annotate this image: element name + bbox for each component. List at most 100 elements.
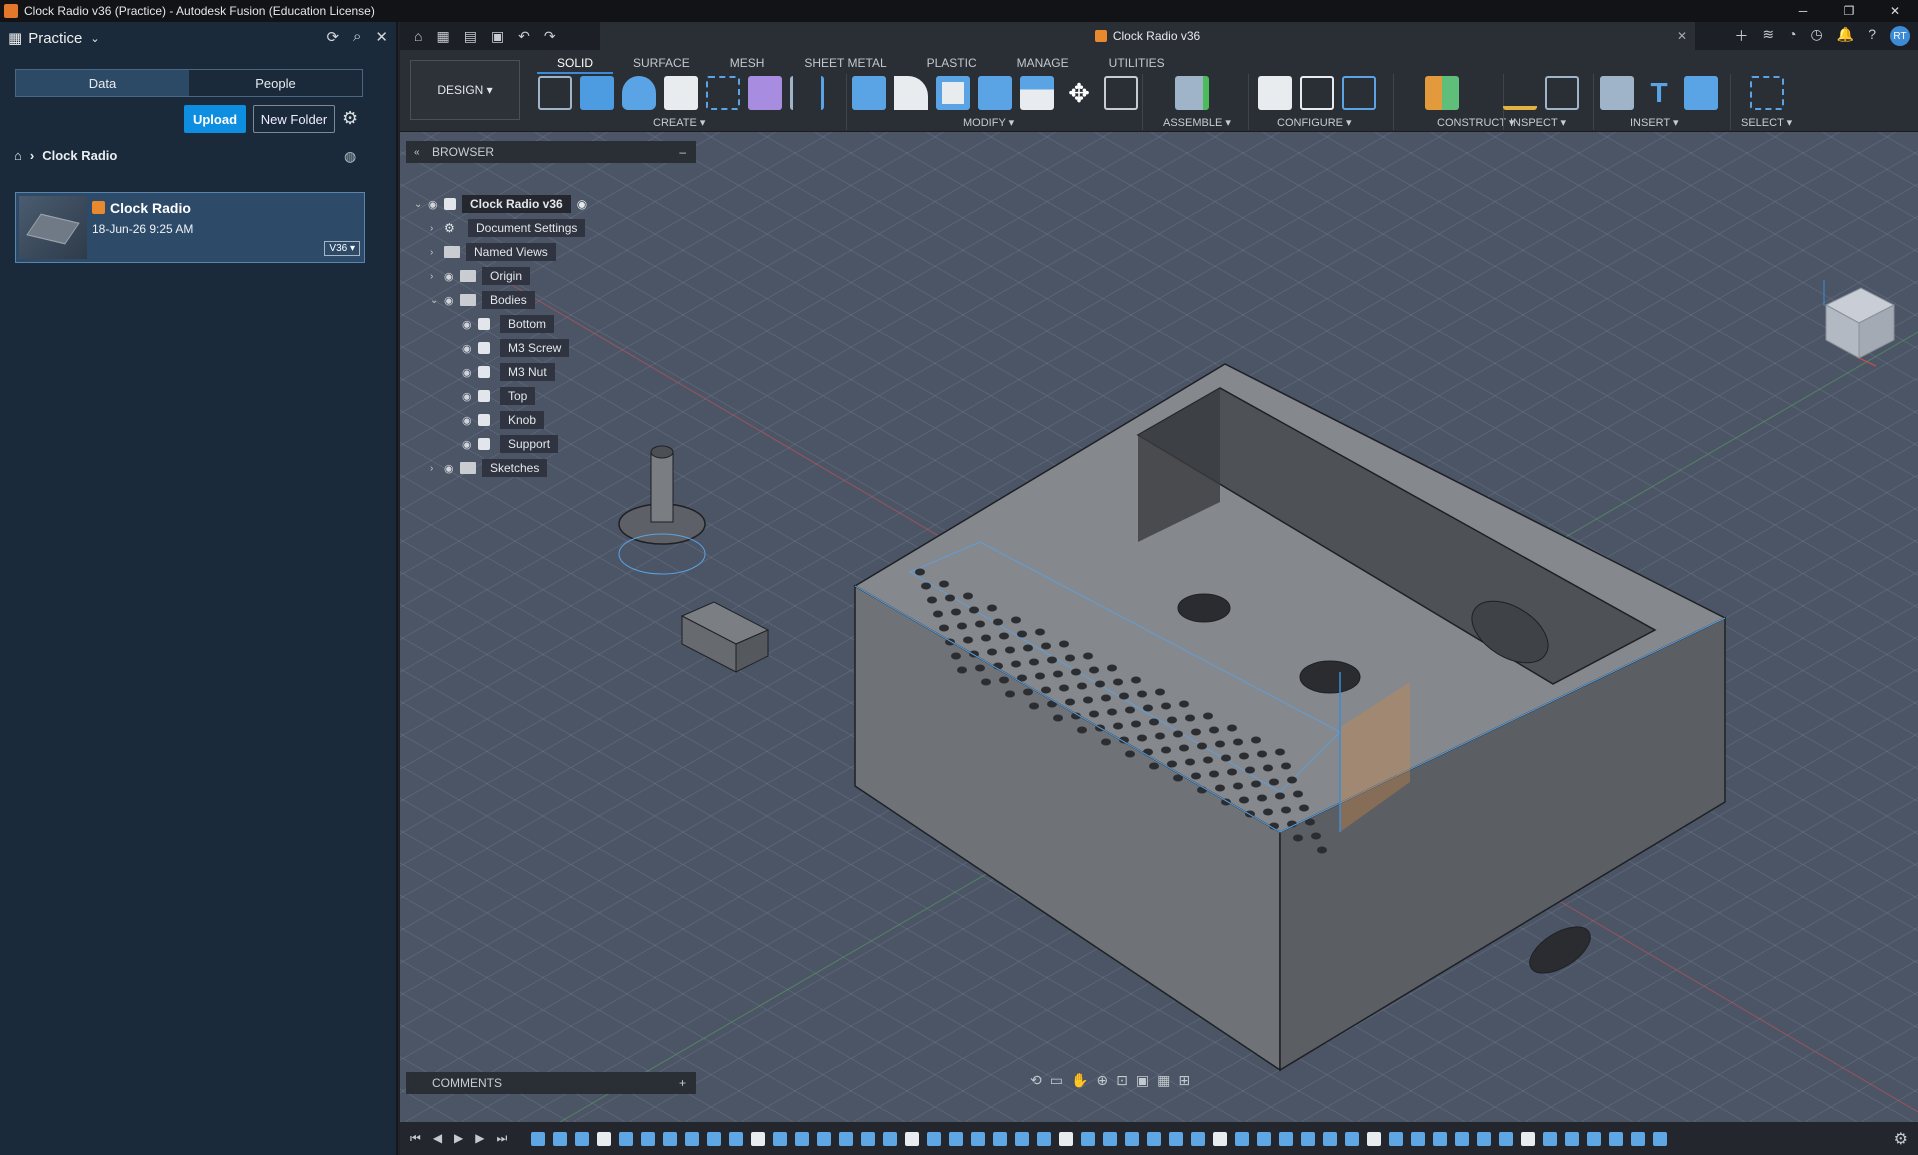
3d-viewport[interactable] [400, 132, 1918, 1122]
timeline-feature[interactable] [971, 1131, 986, 1146]
timeline-feature[interactable] [1191, 1131, 1206, 1146]
timeline-settings-icon[interactable]: ⚙ [1894, 1129, 1908, 1149]
timeline-feature[interactable] [707, 1131, 722, 1146]
group-create[interactable]: CREATE ▾ [653, 116, 705, 129]
grid-apps-icon[interactable]: ▦ [436, 28, 449, 45]
timeline-feature[interactable] [619, 1131, 634, 1146]
eye-icon[interactable]: ◉ [444, 462, 460, 475]
revolve-icon[interactable] [622, 76, 656, 110]
browser-item-bodies[interactable]: ⌄ ◉ Bodies [430, 290, 535, 310]
timeline-feature[interactable] [1631, 1131, 1646, 1146]
insert-svg-icon[interactable] [1600, 76, 1634, 110]
timeline-feature[interactable] [1367, 1131, 1382, 1146]
body-row[interactable]: ◉ Bottom [462, 314, 555, 334]
browser-item-document-settings[interactable]: › ⚙ Document Settings [430, 218, 586, 238]
close-window-icon[interactable]: ✕ [1872, 0, 1918, 22]
timeline-feature[interactable] [1081, 1131, 1096, 1146]
project-selector[interactable]: Practice [28, 30, 82, 47]
timeline-feature[interactable] [641, 1131, 656, 1146]
orbit-icon[interactable]: ⟲ [1030, 1072, 1042, 1089]
timeline-feature[interactable] [1103, 1131, 1118, 1146]
timeline-feature[interactable] [1455, 1131, 1470, 1146]
timeline-feature[interactable] [1125, 1131, 1140, 1146]
upload-button[interactable]: Upload [184, 105, 246, 133]
undo-icon[interactable]: ↶ [518, 28, 530, 45]
eye-icon[interactable]: ◉ [462, 366, 478, 379]
timeline-feature[interactable] [861, 1131, 876, 1146]
select-icon[interactable] [1750, 76, 1784, 110]
timeline-feature[interactable] [1345, 1131, 1360, 1146]
file-card[interactable]: Clock Radio 18-Jun-26 9:25 AM V36 ▾ [15, 192, 365, 263]
body-row[interactable]: ◉ Knob [462, 410, 545, 430]
close-panel-icon[interactable]: ✕ [375, 28, 388, 46]
extrude-icon[interactable] [580, 76, 614, 110]
tab-utilities[interactable]: UTILITIES [1089, 54, 1185, 74]
eye-icon[interactable]: ◉ [428, 198, 444, 211]
text-icon[interactable]: T [1642, 76, 1676, 110]
zoom-icon[interactable]: ⊕ [1096, 1072, 1108, 1089]
notifications-icon[interactable]: 🔔 [1837, 26, 1854, 46]
file-menu-icon[interactable]: ▤ [464, 28, 477, 45]
refresh-icon[interactable]: ⟳ [326, 28, 339, 46]
timeline-feature[interactable] [685, 1131, 700, 1146]
section-analysis-icon[interactable] [1545, 76, 1579, 110]
timeline-feature[interactable] [795, 1131, 810, 1146]
timeline-feature[interactable] [531, 1131, 546, 1146]
fit-icon[interactable]: ⊡ [1116, 1072, 1128, 1089]
help-icon[interactable]: ? [1868, 26, 1876, 46]
eye-icon[interactable]: ◉ [462, 318, 478, 331]
side-port[interactable] [1522, 918, 1598, 983]
avatar[interactable]: RT [1890, 26, 1910, 46]
workspace-switcher[interactable]: DESIGN ▾ [410, 60, 520, 120]
look-at-icon[interactable]: ▭ [1050, 1072, 1063, 1089]
insert-image-icon[interactable] [1684, 76, 1718, 110]
new-component-icon[interactable] [1175, 76, 1209, 110]
home-icon[interactable]: ⌂ [414, 28, 422, 44]
redo-icon[interactable]: ↷ [544, 28, 556, 45]
minimize-icon[interactable]: ─ [1780, 0, 1826, 22]
group-assemble[interactable]: ASSEMBLE ▾ [1163, 116, 1231, 129]
chevron-down-icon[interactable]: ⌄ [90, 32, 99, 45]
sketch-icon[interactable] [538, 76, 572, 110]
split-body-icon[interactable] [1020, 76, 1054, 110]
timeline-feature[interactable] [553, 1131, 568, 1146]
timeline-feature[interactable] [1257, 1131, 1272, 1146]
version-badge[interactable]: V36 ▾ [324, 241, 360, 256]
extensions-icon[interactable]: ≋ [1762, 26, 1774, 46]
timeline-feature[interactable] [949, 1131, 964, 1146]
online-status-icon[interactable]: ◔ [1788, 26, 1796, 46]
eye-icon[interactable]: ◉ [444, 294, 460, 307]
chevron-right-icon[interactable]: › [430, 271, 444, 282]
breadcrumb-folder[interactable]: Clock Radio [42, 148, 117, 163]
browser-item-sketches[interactable]: › ◉ Sketches [430, 458, 548, 478]
offset-plane-icon[interactable] [1425, 76, 1459, 110]
group-modify[interactable]: MODIFY ▾ [963, 116, 1014, 129]
tab-sheet-metal[interactable]: SHEET METAL [784, 54, 906, 74]
eye-icon[interactable]: ◉ [444, 270, 460, 283]
timeline-feature[interactable] [597, 1131, 612, 1146]
grid-settings-icon[interactable]: ▦ [1157, 1072, 1170, 1089]
new-tab-icon[interactable]: ＋ [1734, 26, 1748, 46]
model-canvas[interactable] [400, 132, 1918, 1122]
configuration-table-icon[interactable] [1300, 76, 1334, 110]
go-to-start-icon[interactable]: ⏮ [410, 1131, 421, 1146]
eye-icon[interactable]: ◉ [462, 342, 478, 355]
timeline-feature[interactable] [993, 1131, 1008, 1146]
timeline-feature[interactable] [1213, 1131, 1228, 1146]
tab-plastic[interactable]: PLASTIC [907, 54, 997, 74]
fillet-icon[interactable] [894, 76, 928, 110]
eye-icon[interactable]: ◉ [462, 414, 478, 427]
timeline-feature[interactable] [1587, 1131, 1602, 1146]
group-configure[interactable]: CONFIGURE ▾ [1277, 116, 1352, 129]
timeline-feature[interactable] [773, 1131, 788, 1146]
timeline-feature[interactable] [1059, 1131, 1074, 1146]
timeline-feature[interactable] [729, 1131, 744, 1146]
view-cube-graphic[interactable] [1816, 280, 1896, 370]
timeline-feature[interactable] [1653, 1131, 1668, 1146]
comments-panel[interactable]: COMMENTS + [406, 1072, 696, 1094]
tab-surface[interactable]: SURFACE [613, 54, 710, 74]
timeline-feature[interactable] [1279, 1131, 1294, 1146]
chevron-right-icon[interactable]: › [430, 247, 444, 258]
hole-icon[interactable] [664, 76, 698, 110]
save-icon[interactable]: ▣ [491, 28, 504, 45]
